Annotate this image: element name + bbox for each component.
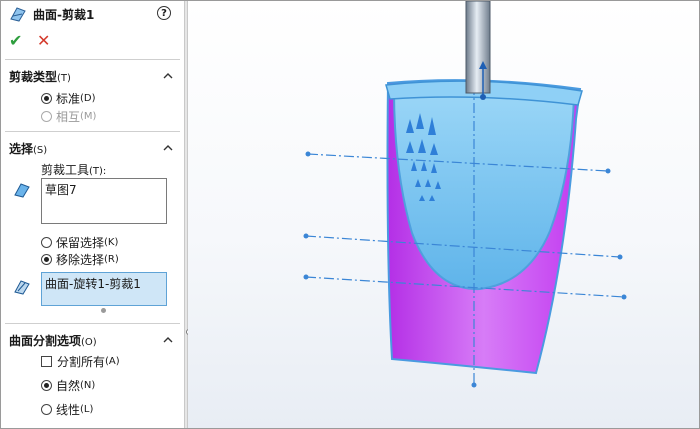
collapse-caret-icon[interactable] bbox=[163, 335, 173, 345]
ok-button[interactable]: ✔ bbox=[9, 31, 22, 50]
surface-trim-icon bbox=[10, 7, 26, 22]
pm-title: 曲面-剪裁1 bbox=[33, 7, 95, 22]
radio-dot[interactable] bbox=[41, 380, 52, 391]
model-view[interactable] bbox=[188, 1, 699, 428]
split-all-checkbox[interactable]: 分割所有 (A) bbox=[41, 353, 120, 370]
radio-dot[interactable] bbox=[41, 93, 52, 104]
radio-keep-selections[interactable]: 保留选择 (K) bbox=[41, 234, 118, 251]
radio-linear[interactable]: 线性 (L) bbox=[41, 401, 93, 418]
radio-remove-selections[interactable]: 移除选择 (R) bbox=[41, 251, 119, 268]
collapse-caret-icon[interactable] bbox=[163, 143, 173, 153]
selections-section-title[interactable]: 选择(S) bbox=[9, 140, 47, 157]
radio-dot[interactable] bbox=[41, 237, 52, 248]
section-divider bbox=[5, 59, 180, 60]
pieces-item[interactable]: 曲面-旋转1-剪裁1 bbox=[45, 277, 141, 291]
trim-type-section-title[interactable]: 剪裁类型(T) bbox=[9, 68, 71, 85]
pieces-listbox[interactable]: 曲面-旋转1-剪裁1 bbox=[41, 272, 167, 306]
property-manager: 曲面-剪裁1 ? ✔ ✕ 剪裁类型(T) 标准 (D) 相互 (M) 选择(S) 剪… bbox=[1, 1, 184, 428]
radio-dot[interactable] bbox=[41, 254, 52, 265]
section-divider bbox=[5, 131, 180, 132]
pm-header: 曲面-剪裁1 bbox=[9, 5, 94, 23]
radio-dot[interactable] bbox=[41, 404, 52, 415]
cancel-button[interactable]: ✕ bbox=[37, 31, 50, 50]
radio-natural[interactable]: 自然 (N) bbox=[41, 377, 95, 394]
trim-tool-label: 剪裁工具(T): bbox=[41, 163, 107, 177]
radio-mutual: 相互 (M) bbox=[41, 108, 96, 125]
checkbox-box[interactable] bbox=[41, 356, 52, 367]
resize-handle[interactable] bbox=[101, 308, 106, 313]
collapse-caret-icon[interactable] bbox=[163, 71, 173, 81]
trim-tool-item[interactable]: 草图7 bbox=[45, 183, 77, 197]
trim-tool-icon bbox=[14, 183, 30, 198]
section-divider bbox=[5, 323, 180, 324]
graphics-viewport[interactable] bbox=[188, 1, 699, 428]
split-options-section-title[interactable]: 曲面分割选项(O) bbox=[9, 332, 97, 349]
radio-standard[interactable]: 标准 (D) bbox=[41, 90, 96, 107]
axis-rod bbox=[465, 1, 491, 94]
help-icon[interactable]: ? bbox=[157, 6, 171, 20]
pieces-to-remove-icon bbox=[14, 280, 30, 295]
radio-dot bbox=[41, 111, 52, 122]
trim-tool-listbox[interactable]: 草图7 bbox=[41, 178, 167, 224]
